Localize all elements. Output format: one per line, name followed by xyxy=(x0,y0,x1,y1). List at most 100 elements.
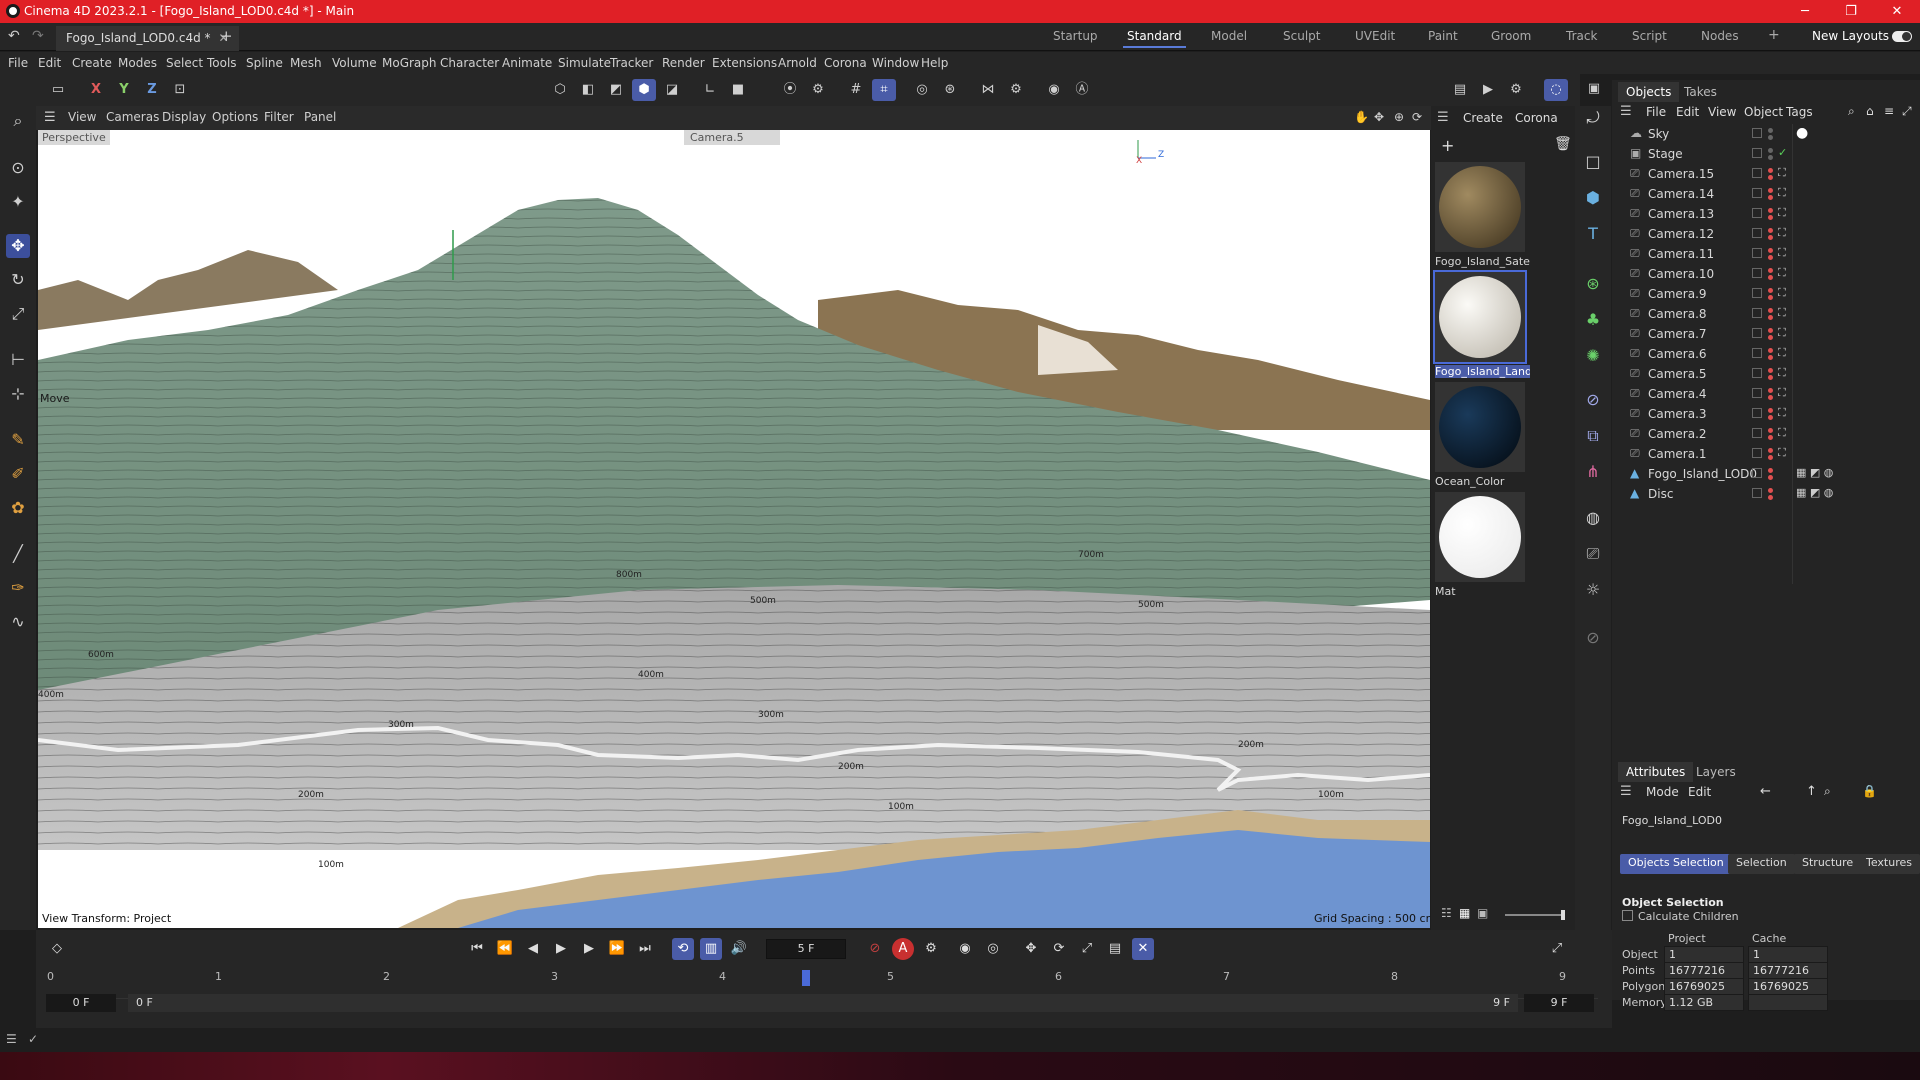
3d-viewport[interactable]: Perspective Camera.5 Move X Z 800m 700m … xyxy=(38,130,1430,928)
visibility-editor-dot[interactable] xyxy=(1768,268,1773,273)
menu-mesh[interactable]: Mesh xyxy=(290,56,322,70)
render-view-icon[interactable]: ▤ xyxy=(1448,79,1472,101)
selection-tool-icon[interactable]: ⊙ xyxy=(6,156,30,180)
menu-create[interactable]: Create xyxy=(72,56,112,70)
loop-icon[interactable]: ⟲ xyxy=(672,938,694,960)
layer-checkbox[interactable] xyxy=(1752,208,1762,218)
object-row[interactable]: ⎚ Camera.7 ⛶ xyxy=(1612,324,1920,344)
layout-model[interactable]: Model xyxy=(1211,29,1247,43)
auto-record-icon[interactable]: A xyxy=(892,938,914,960)
subtab-objects-selection[interactable]: Objects Selection xyxy=(1620,854,1732,874)
render-settings-icon[interactable]: ⚙ xyxy=(1504,79,1528,101)
go-to-start-icon[interactable]: ⏮ xyxy=(466,938,488,960)
solo-icon[interactable]: ■ xyxy=(726,79,750,101)
material-swatch[interactable] xyxy=(1435,492,1525,582)
viewport-menu-panel[interactable]: Panel xyxy=(304,110,336,124)
objects-menu-file[interactable]: File xyxy=(1646,105,1666,119)
document-tab[interactable]: Fogo_Island_LOD0.c4d * ✕ xyxy=(56,26,239,51)
visibility-editor-dot[interactable] xyxy=(1768,248,1773,253)
menu-help[interactable]: Help xyxy=(921,56,948,70)
camera-tag-icon[interactable]: ⛶ xyxy=(1778,226,1786,240)
object-row[interactable]: ▲ Disc ▦ ◩ ◍ xyxy=(1612,484,1920,504)
new-layouts-toggle[interactable] xyxy=(1892,31,1912,42)
scale-key-icon[interactable]: ⤢ xyxy=(1076,938,1098,960)
visibility-render-dot[interactable] xyxy=(1768,495,1773,500)
material-tags-icon[interactable]: ▦ ◩ ◍ xyxy=(1796,486,1833,499)
axis-move-icon[interactable]: ⊢ xyxy=(6,348,30,372)
minimize-button[interactable]: ─ xyxy=(1782,0,1828,23)
object-row[interactable]: ⎚ Camera.6 ⛶ xyxy=(1612,344,1920,364)
visibility-render-dot[interactable] xyxy=(1768,395,1773,400)
model-mode-icon[interactable]: ⬢ xyxy=(632,79,656,101)
texture-mode-icon[interactable]: ◪ xyxy=(660,79,684,101)
object-row[interactable]: ⎚ Camera.9 ⛶ xyxy=(1612,284,1920,304)
layer-checkbox[interactable] xyxy=(1752,388,1762,398)
material-tags-icon[interactable]: ▦ ◩ ◍ xyxy=(1796,466,1833,479)
visibility-editor-dot[interactable] xyxy=(1768,208,1773,213)
create-environment-icon[interactable]: ◍ xyxy=(1581,506,1605,530)
layer-checkbox[interactable] xyxy=(1752,408,1762,418)
viewport-menu-options[interactable]: Options xyxy=(212,110,258,124)
axis-icon[interactable]: ◎ xyxy=(910,79,934,101)
objects-menu-object[interactable]: Object xyxy=(1744,105,1783,119)
visibility-render-dot[interactable] xyxy=(1768,275,1773,280)
close-button[interactable]: ✕ xyxy=(1874,0,1920,23)
menu-select[interactable]: Select xyxy=(166,56,203,70)
up-arrow-icon[interactable]: ↑ xyxy=(1806,784,1817,799)
layer-checkbox[interactable] xyxy=(1752,188,1762,198)
snap-settings-icon[interactable]: ⚙ xyxy=(806,79,830,101)
layer-checkbox[interactable] xyxy=(1752,488,1762,498)
layer-checkbox[interactable] xyxy=(1752,448,1762,458)
subtab-textures[interactable]: Textures xyxy=(1858,854,1920,874)
create-generator-icon[interactable]: ⊛ xyxy=(1581,272,1605,296)
render-region-icon[interactable]: ◉ xyxy=(1042,79,1066,101)
attributes-menu-edit[interactable]: Edit xyxy=(1688,785,1711,799)
y-axis-lock-button[interactable]: Y xyxy=(112,79,136,101)
visibility-render-dot[interactable] xyxy=(1768,295,1773,300)
parameter-key-icon[interactable]: ▤ xyxy=(1104,938,1126,960)
create-cube-icon[interactable]: ⬢ xyxy=(1581,186,1605,210)
add-layout-button[interactable]: + xyxy=(1768,27,1780,43)
visibility-render-dot[interactable] xyxy=(1768,195,1773,200)
visibility-render-dot[interactable] xyxy=(1768,435,1773,440)
menu-corona[interactable]: Corona xyxy=(824,56,867,70)
tab-layers[interactable]: Layers xyxy=(1696,765,1736,779)
grid-snap-icon[interactable]: # xyxy=(844,79,868,101)
prev-key-icon[interactable]: ⏪ xyxy=(494,938,516,960)
objects-expand-icon[interactable]: ⤢ xyxy=(1902,104,1912,119)
menu-extensions[interactable]: Extensions xyxy=(712,56,777,70)
layout-sculpt[interactable]: Sculpt xyxy=(1283,29,1320,43)
create-camera-icon[interactable]: ⤾ xyxy=(1581,106,1605,130)
camera-tag-icon[interactable]: ⛶ xyxy=(1778,386,1786,400)
view-layout-icon[interactable]: ▣ xyxy=(1582,78,1606,100)
list-view-icon[interactable]: ☷ xyxy=(1441,906,1452,920)
layer-checkbox[interactable] xyxy=(1752,348,1762,358)
mode-switch-icon[interactable]: ▭ xyxy=(46,79,70,101)
quantize-icon[interactable]: ⌗ xyxy=(872,79,896,101)
sound-icon[interactable]: 🔊 xyxy=(728,938,750,960)
scale-tool-icon[interactable]: ⤢ xyxy=(6,302,30,326)
attributes-hamburger-icon[interactable]: ☰ xyxy=(1620,784,1632,799)
layer-checkbox[interactable] xyxy=(1752,328,1762,338)
calculate-children-checkbox[interactable] xyxy=(1622,910,1633,921)
camera-tag-icon[interactable]: ⛶ xyxy=(1778,246,1786,260)
visibility-render-dot[interactable] xyxy=(1768,135,1773,140)
menu-modes[interactable]: Modes xyxy=(118,56,157,70)
add-tab-button[interactable]: + xyxy=(220,27,233,45)
object-row[interactable]: ⎚ Camera.12 ⛶ xyxy=(1612,224,1920,244)
viewport-menu-filter[interactable]: Filter xyxy=(264,110,294,124)
tab-attributes[interactable]: Attributes xyxy=(1618,762,1694,782)
visibility-editor-dot[interactable] xyxy=(1768,228,1773,233)
camera-select[interactable]: Camera.5 xyxy=(684,130,780,145)
visibility-render-dot[interactable] xyxy=(1768,175,1773,180)
object-row[interactable]: ▲ Fogo_Island_LOD0 ▦ ◩ ◍ xyxy=(1612,464,1920,484)
brush-tool-icon[interactable]: ╱ xyxy=(6,542,30,566)
create-camera-object-icon[interactable]: ⎚ xyxy=(1581,542,1605,566)
menu-volume[interactable]: Volume xyxy=(332,56,377,70)
timeline-icon[interactable]: ◎ xyxy=(982,938,1004,960)
visibility-editor-dot[interactable] xyxy=(1768,188,1773,193)
viewport-menu-display[interactable]: Display xyxy=(162,110,206,124)
keyframe-toggle-icon[interactable]: ◇ xyxy=(46,938,68,960)
layer-checkbox[interactable] xyxy=(1752,468,1762,478)
delete-material-icon[interactable]: 🗑 xyxy=(1554,136,1572,152)
